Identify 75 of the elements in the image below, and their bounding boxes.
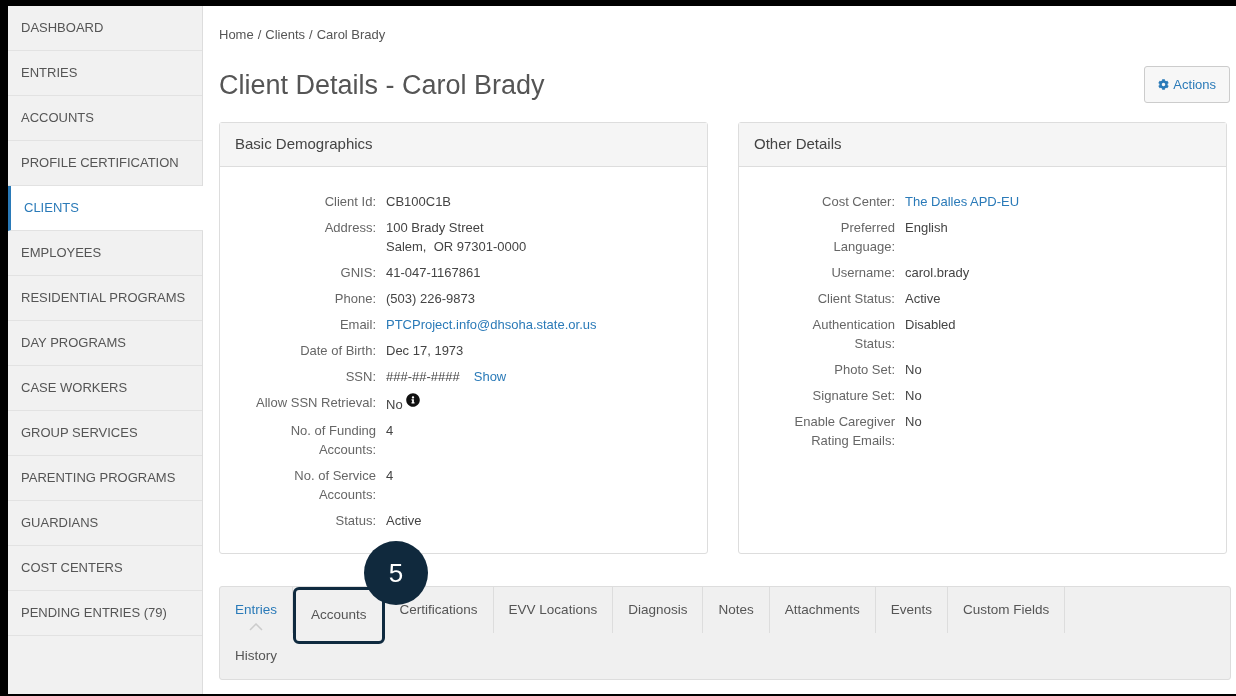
sidebar-item[interactable]: EMPLOYEES	[8, 231, 202, 276]
field-value: 100 Brady Street	[386, 219, 485, 237]
field-label: Preferred Language:	[832, 219, 895, 256]
tab[interactable]: Certifications	[384, 587, 494, 633]
field-value: carol.brady	[905, 264, 970, 282]
field-value: 4	[386, 467, 394, 485]
breadcrumb-link[interactable]: Carol Brady	[316, 25, 386, 45]
sidebar-item[interactable]: CASE WORKERS	[8, 366, 202, 411]
caret-icon	[249, 623, 263, 631]
field-label: Address:	[323, 219, 376, 237]
field-value: Dec 17, 1973	[386, 342, 464, 360]
actions-button[interactable]: Actions	[1144, 66, 1230, 104]
info-icon[interactable]	[405, 393, 420, 407]
step-badge: 5	[364, 541, 429, 605]
panel-title: Basic Demographics	[220, 123, 707, 167]
field-label: Allow SSN Retrieval:	[255, 394, 376, 412]
tab[interactable]: Attachments	[769, 587, 876, 633]
field-link[interactable]: The Dalles APD-EU	[905, 192, 1020, 211]
field-label: No. of Service Accounts:	[293, 467, 376, 504]
field-label: No. of Funding Accounts:	[289, 422, 376, 459]
field-value: 4	[386, 422, 394, 440]
sidebar-item[interactable]: PENDING ENTRIES (79)	[8, 591, 202, 636]
sidebar-item[interactable]: ACCOUNTS	[8, 96, 202, 141]
field-label: Cost Center:	[821, 193, 895, 211]
field-label: Username:	[830, 264, 895, 282]
field-label: SSN:	[344, 368, 376, 386]
field-value: English	[905, 219, 948, 237]
gear-icon	[1158, 79, 1170, 91]
field-value: No	[905, 413, 922, 431]
field-value: (503) 226-9873	[386, 290, 475, 308]
show-link[interactable]: Show	[473, 367, 507, 386]
field-label: GNIS:	[339, 264, 376, 282]
field-label: Client Status:	[816, 290, 895, 308]
panel-title: Other Details	[739, 123, 1226, 167]
field-value: Disabled	[905, 316, 956, 334]
field-label: Enable Caregiver Rating Emails:	[793, 413, 895, 450]
page-title: Client Details - Carol Brady	[219, 68, 545, 102]
tab[interactable]: History	[220, 633, 292, 679]
tab[interactable]: Notes	[703, 587, 770, 633]
field-label: Photo Set:	[833, 361, 895, 379]
field-link[interactable]: PTCProject.info@dhsoha.state.or.us	[386, 315, 597, 334]
sidebar-item[interactable]: COST CENTERS	[8, 546, 202, 591]
breadcrumb-separator: /	[257, 26, 262, 44]
sidebar-item[interactable]: DAY PROGRAMS	[8, 321, 202, 366]
field-label: Email:	[338, 316, 376, 334]
field-label: Phone:	[333, 290, 376, 308]
field-label: Status:	[334, 512, 376, 530]
field-label: Authentication Status:	[811, 316, 895, 353]
sidebar-item[interactable]: GROUP SERVICES	[8, 411, 202, 456]
field-label: Client Id:	[323, 193, 376, 211]
tab[interactable]: Diagnosis	[613, 587, 704, 633]
field-value: Active	[905, 290, 941, 308]
sidebar-item[interactable]: GUARDIANS	[8, 501, 202, 546]
tab[interactable]: Entries	[220, 587, 294, 633]
breadcrumb-link[interactable]: Home	[219, 25, 254, 45]
tab[interactable]: EVV Locations	[493, 587, 614, 633]
sidebar-item[interactable]: DASHBOARD	[8, 6, 202, 51]
field-value: No	[386, 396, 403, 414]
sidebar-item[interactable]: ENTRIES	[8, 51, 202, 96]
field-value: Salem, OR 97301-0000	[386, 238, 527, 256]
field-value: 41-047-1167861	[386, 264, 481, 282]
tab[interactable]: Events	[875, 587, 949, 633]
sidebar-item[interactable]: PARENTING PROGRAMS	[8, 456, 202, 501]
field-label: Signature Set:	[811, 387, 895, 405]
field-value: No	[905, 361, 922, 379]
field-value: CB100C1B	[386, 193, 452, 211]
sidebar-item[interactable]: RESIDENTIAL PROGRAMS	[8, 276, 202, 321]
sidebar-item[interactable]: CLIENTS	[8, 186, 203, 231]
field-value: Active	[386, 512, 422, 530]
field-value: ###-##-####	[386, 368, 460, 386]
tab[interactable]: Custom Fields	[948, 587, 1066, 633]
field-label: Date of Birth:	[299, 342, 376, 360]
breadcrumb-link[interactable]: Clients	[265, 25, 306, 45]
field-value: No	[905, 387, 922, 405]
breadcrumb-separator: /	[309, 26, 313, 44]
